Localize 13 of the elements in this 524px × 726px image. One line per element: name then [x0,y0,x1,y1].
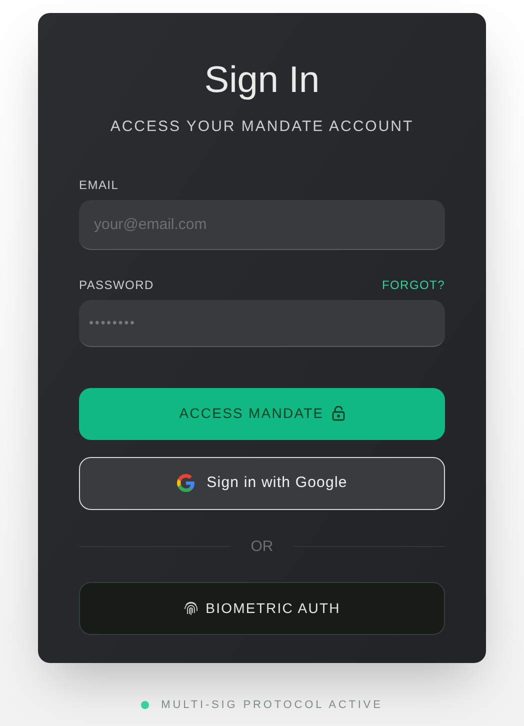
forgot-link[interactable]: FORGOT? [382,276,445,294]
lock-icon [332,406,345,421]
or-divider-text: OR [250,536,274,556]
email-label: EMAIL [79,176,120,194]
fingerprint-icon [184,601,198,616]
biometric-auth-button[interactable]: BIOMETRIC AUTH [79,582,445,635]
status-text: MULTI-SIG PROTOCOL ACTIVE [161,698,383,713]
password-label: PASSWORD [79,276,154,294]
access-mandate-button[interactable]: ACCESS MANDATE [79,388,445,440]
subtitle: ACCESS YOUR MANDATE ACCOUNT [109,117,415,137]
google-icon [176,474,195,492]
google-sign-in-button[interactable]: Sign in with Google [79,456,445,510]
title: Sign In [203,58,321,102]
